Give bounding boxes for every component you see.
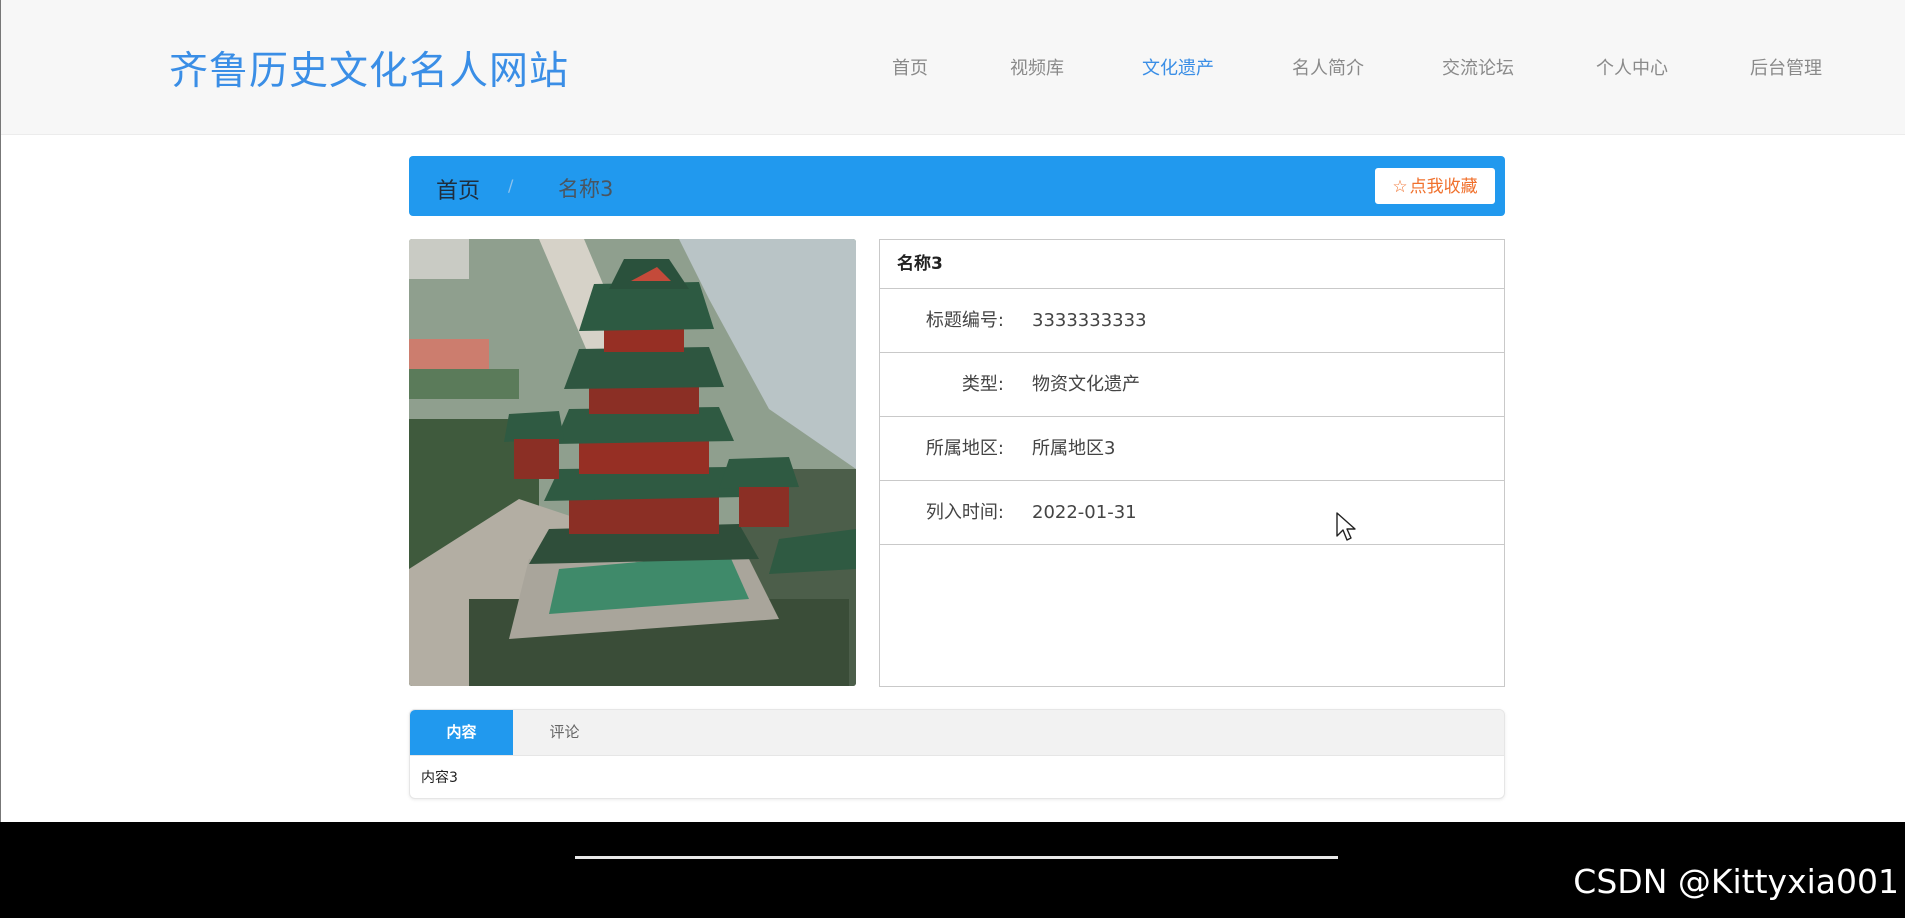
- nav-item-forum[interactable]: 交流论坛: [1442, 54, 1514, 80]
- nav-item-personal-center[interactable]: 个人中心: [1596, 54, 1668, 80]
- info-value: 所属地区3: [1032, 438, 1116, 459]
- watermark: CSDN @Kittyxia001: [1573, 862, 1899, 901]
- info-label: 所属地区:: [925, 438, 1004, 459]
- app-window: 齐鲁历史文化名人网站 首页 视频库 文化遗产 名人简介 交流论坛 个人中心 后台…: [0, 0, 1905, 822]
- mouse-cursor-icon: [1336, 512, 1356, 541]
- nav-item-cultural-heritage[interactable]: 文化遗产: [1142, 54, 1214, 80]
- site-header: 齐鲁历史文化名人网站 首页 视频库 文化遗产 名人简介 交流论坛 个人中心 后台…: [1, 0, 1905, 135]
- tab-content[interactable]: 内容: [410, 710, 513, 755]
- breadcrumb-home-link[interactable]: 首页: [436, 173, 480, 205]
- info-label: 标题编号:: [925, 310, 1004, 331]
- info-value: 物资文化遗产: [1032, 374, 1140, 395]
- heritage-photo: [409, 239, 856, 686]
- nav-item-celebrity-intro[interactable]: 名人简介: [1292, 54, 1364, 80]
- video-overlay-bar: CSDN @Kittyxia001: [0, 822, 1905, 918]
- breadcrumb-separator: /: [508, 176, 514, 195]
- star-outline-icon: ☆: [1392, 177, 1408, 197]
- tab-comments[interactable]: 评论: [513, 710, 616, 755]
- info-value: 3333333333: [1032, 310, 1147, 331]
- info-row-region: 所属地区: 所属地区3: [880, 417, 1504, 481]
- detail-info-table: 名称3 标题编号: 3333333333 类型: 物资文化遗产 所属地区: 所属…: [879, 239, 1505, 687]
- pavilion-illustration: [409, 239, 856, 686]
- progress-line: [575, 856, 1338, 859]
- main-nav: 首页 视频库 文化遗产 名人简介 交流论坛 个人中心 后台管理: [1, 54, 1905, 84]
- info-row-title-number: 标题编号: 3333333333: [880, 289, 1504, 353]
- favorite-button-label: 点我收藏: [1409, 177, 1478, 197]
- content-tabs: 内容 评论 内容3: [409, 709, 1505, 799]
- info-row-listed-date: 列入时间: 2022-01-31: [880, 481, 1504, 545]
- favorite-button[interactable]: ☆ 点我收藏: [1375, 168, 1495, 204]
- tab-header: 内容 评论: [410, 710, 1504, 756]
- nav-item-home[interactable]: 首页: [892, 54, 928, 80]
- info-row-type: 类型: 物资文化遗产: [880, 353, 1504, 417]
- breadcrumb: 首页 / 名称3 ☆ 点我收藏: [409, 156, 1505, 216]
- nav-item-admin[interactable]: 后台管理: [1750, 54, 1822, 80]
- tab-panel-content: 内容3: [421, 770, 458, 786]
- info-label: 类型:: [961, 374, 1004, 395]
- info-label: 列入时间:: [925, 502, 1004, 523]
- info-value: 2022-01-31: [1032, 502, 1137, 523]
- detail-name: 名称3: [880, 240, 1504, 289]
- nav-item-video-library[interactable]: 视频库: [1010, 54, 1064, 80]
- breadcrumb-current: 名称3: [558, 177, 614, 201]
